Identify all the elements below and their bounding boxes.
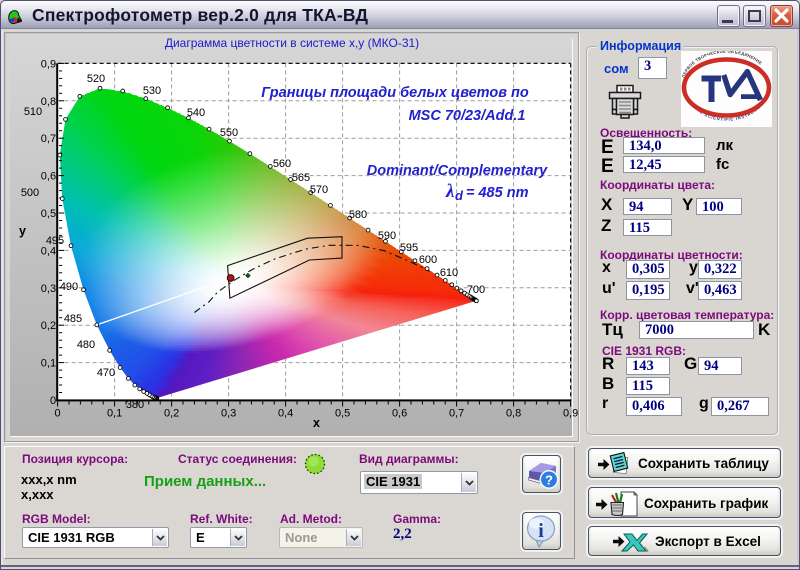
svg-text:x: x (313, 416, 320, 430)
svg-text:y: y (19, 224, 26, 238)
svg-text:0,7: 0,7 (449, 408, 464, 420)
svg-text:0,6: 0,6 (392, 408, 407, 420)
svg-text:0,3: 0,3 (41, 283, 56, 295)
svg-text:560: 560 (273, 158, 291, 170)
svg-text:495: 495 (46, 235, 64, 247)
svg-text:Dominant/Complementary: Dominant/Complementary (367, 163, 548, 179)
svg-text:565: 565 (292, 172, 310, 184)
svg-text:0,8: 0,8 (41, 96, 56, 108)
svg-text:MSC 70/23/Add.1: MSC 70/23/Add.1 (409, 108, 526, 124)
svg-text:?: ? (545, 473, 553, 488)
svg-text:0: 0 (55, 408, 61, 420)
svg-text:485: 485 (64, 313, 82, 325)
svg-text:0: 0 (50, 395, 56, 407)
svg-text:550: 550 (220, 127, 238, 139)
svg-text:0,3: 0,3 (221, 408, 236, 420)
svg-text:0,1: 0,1 (41, 358, 56, 370)
svg-text:700: 700 (467, 284, 485, 296)
svg-text:0,5: 0,5 (41, 208, 56, 220)
svg-text:590: 590 (378, 230, 396, 242)
svg-text:480: 480 (77, 339, 95, 351)
svg-text:510: 510 (24, 106, 42, 118)
svg-text:i: i (538, 520, 544, 542)
svg-text:λ: λ (445, 181, 454, 202)
svg-text:500: 500 (21, 187, 39, 199)
svg-text:470: 470 (97, 367, 115, 379)
svg-text:540: 540 (187, 107, 205, 119)
svg-text:490: 490 (60, 281, 78, 293)
svg-text:= 485 nm: = 485 nm (466, 185, 529, 201)
svg-text:0,5: 0,5 (335, 408, 350, 420)
svg-text:520: 520 (87, 73, 105, 85)
svg-text:380: 380 (126, 399, 144, 411)
svg-text:0,2: 0,2 (164, 408, 179, 420)
svg-text:595: 595 (400, 242, 418, 254)
svg-text:530: 530 (143, 85, 161, 97)
svg-text:0,6: 0,6 (41, 171, 56, 183)
svg-text:0,4: 0,4 (41, 245, 56, 257)
svg-text:0,7: 0,7 (41, 133, 56, 145)
svg-text:570: 570 (310, 184, 328, 196)
svg-text:0,9: 0,9 (563, 408, 578, 420)
svg-text:0,8: 0,8 (506, 408, 521, 420)
svg-text:Границы площади белых цветов п: Границы площади белых цветов по (261, 85, 529, 101)
svg-text:d: d (455, 188, 464, 203)
svg-text:0,9: 0,9 (41, 58, 56, 70)
svg-text:600: 600 (419, 254, 437, 266)
svg-text:0,4: 0,4 (278, 408, 293, 420)
svg-text:610: 610 (440, 267, 458, 279)
svg-text:0,2: 0,2 (41, 320, 56, 332)
svg-text:Диаграмма цветности в системе: Диаграмма цветности в системе x,y (МКО-3… (165, 38, 419, 50)
svg-text:580: 580 (349, 209, 367, 221)
svg-text:0,1: 0,1 (107, 408, 122, 420)
